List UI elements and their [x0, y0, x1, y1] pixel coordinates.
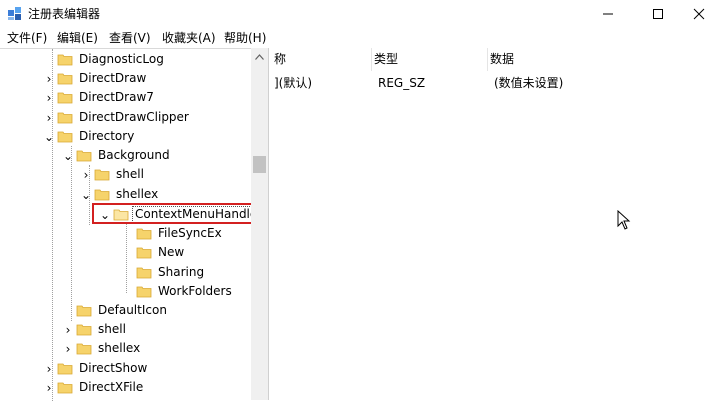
menu-edit[interactable]: 编辑(E) [57, 30, 98, 46]
folder-icon [76, 343, 92, 355]
collapse-arrow-icon[interactable]: ⌄ [80, 185, 92, 204]
tree-node[interactable]: ⌄ shellex [80, 185, 250, 204]
column-header-data[interactable]: 数据 [488, 48, 722, 71]
expand-arrow-icon[interactable]: › [62, 339, 74, 358]
folder-icon [76, 324, 92, 336]
tree-node-label: DirectDraw [79, 71, 147, 85]
maximize-button[interactable] [635, 0, 681, 28]
folder-icon [57, 382, 73, 394]
tree-node[interactable]: › shellex [62, 339, 250, 358]
tree-node-label: DiagnosticLog [79, 52, 164, 66]
tree-node-label: DirectDrawClipper [79, 110, 189, 124]
menu-favorites[interactable]: 收藏夹(A) [162, 30, 216, 46]
expand-arrow-icon[interactable]: › [80, 165, 92, 184]
tree-node[interactable]: › DirectXFile [43, 378, 251, 397]
window-title: 注册表编辑器 [28, 7, 101, 21]
registry-icon [8, 7, 21, 20]
tree-node-label: DirectDraw7 [79, 90, 154, 104]
maximize-icon [653, 9, 663, 19]
tree-scrollbar[interactable] [251, 48, 268, 400]
tree-node-label: DirectShow [79, 361, 148, 375]
expand-arrow-icon[interactable] [43, 50, 55, 69]
folder-icon [57, 131, 73, 143]
tree-node[interactable]: ⌄ Directory [43, 127, 251, 146]
value-data: (数值未设置) [494, 76, 564, 90]
tree-connector [71, 146, 72, 321]
expand-arrow-icon[interactable] [62, 301, 74, 320]
folder-icon [76, 150, 92, 162]
column-header-type[interactable]: 类型 [372, 48, 488, 71]
tree-node-label: DirectXFile [79, 380, 144, 394]
tree-node[interactable]: WorkFolders [122, 282, 250, 301]
tree-node-label: Sharing [158, 265, 205, 279]
folder-icon [57, 92, 73, 104]
menu-bar: 文件(F) 编辑(E) 查看(V) 收藏夹(A) 帮助(H) [0, 28, 722, 48]
expand-arrow-icon[interactable]: › [43, 69, 55, 88]
menu-help[interactable]: 帮助(H) [224, 30, 266, 46]
tree-node-label: New [158, 245, 185, 259]
expand-arrow-icon[interactable]: › [43, 88, 55, 107]
folder-icon [57, 54, 73, 66]
tree-node-label: shell [116, 167, 144, 181]
tree-node-label: FileSyncEx [158, 226, 222, 240]
value-name[interactable]: ](默认) [274, 75, 312, 91]
tree-node[interactable]: › DirectDraw [43, 69, 251, 88]
tree-node[interactable]: › shell [62, 320, 250, 339]
tree-node[interactable]: › DirectDraw7 [43, 88, 251, 107]
column-header-name[interactable]: 称 [272, 48, 372, 71]
tree-node[interactable]: Sharing [122, 263, 250, 282]
tree-node[interactable]: › DirectDrawClipper [43, 108, 251, 127]
folder-icon [136, 267, 152, 279]
folder-icon [57, 112, 73, 124]
scroll-thumb[interactable] [253, 156, 266, 173]
folder-icon [136, 247, 152, 259]
close-icon [693, 8, 705, 20]
tree-node-label: DefaultIcon [98, 303, 167, 317]
minimize-icon [603, 13, 613, 15]
tree-node-label: shell [98, 322, 126, 336]
menu-view[interactable]: 查看(V) [109, 30, 151, 46]
folder-icon [57, 73, 73, 85]
tree-node[interactable]: New [122, 243, 250, 262]
tree-node[interactable]: DefaultIcon [62, 301, 250, 320]
tree-node-label: shellex [98, 341, 141, 355]
menu-file[interactable]: 文件(F) [7, 30, 47, 46]
close-button[interactable] [676, 0, 722, 28]
expand-arrow-icon[interactable]: › [43, 378, 55, 397]
tree-node-label: Background [98, 148, 170, 162]
tree-node-label: WorkFolders [158, 284, 232, 298]
folder-icon [94, 169, 110, 181]
folder-icon [136, 228, 152, 240]
folder-icon [76, 305, 92, 317]
value-type: REG_SZ [378, 76, 426, 90]
title-bar: 注册表编辑器 [0, 0, 722, 28]
mouse-cursor-icon [617, 210, 631, 230]
value-list[interactable]: 称 类型 数据 ](默认) REG_SZ (数值未设置) [272, 48, 722, 400]
collapse-arrow-icon[interactable]: ⌄ [43, 127, 55, 146]
folder-icon [57, 363, 73, 375]
folder-icon [136, 286, 152, 298]
tree-node[interactable]: DiagnosticLog [43, 50, 251, 69]
chevron-up-icon [255, 53, 264, 60]
tree-node[interactable]: ⌄ Background [62, 146, 251, 165]
scroll-up-button[interactable] [251, 48, 268, 65]
tree-node[interactable]: › shell [80, 165, 250, 184]
minimize-button[interactable] [585, 0, 631, 28]
tree-node[interactable]: › DirectShow [43, 359, 251, 378]
expand-arrow-icon[interactable]: › [43, 108, 55, 127]
folder-icon [94, 189, 110, 201]
expand-arrow-icon[interactable]: › [43, 359, 55, 378]
tree-node[interactable]: FileSyncEx [122, 224, 250, 243]
expand-arrow-icon[interactable]: › [62, 320, 74, 339]
tree-node-label: Directory [79, 129, 135, 143]
collapse-arrow-icon[interactable]: ⌄ [62, 146, 74, 165]
highlight-box [92, 203, 263, 224]
tree-node-label: shellex [116, 187, 159, 201]
registry-tree[interactable]: DiagnosticLog › DirectDraw › DirectDraw7… [0, 48, 251, 401]
